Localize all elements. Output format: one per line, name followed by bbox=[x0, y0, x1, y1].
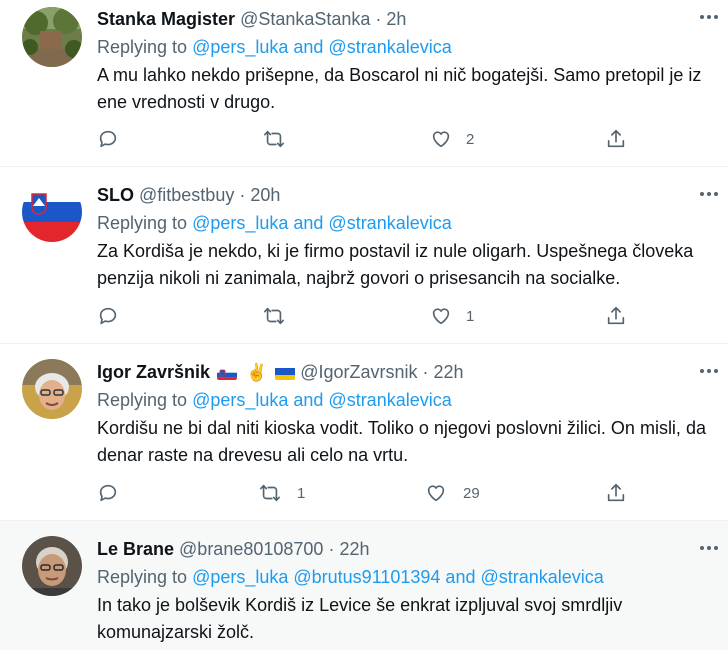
avatar-portrait-image bbox=[22, 536, 82, 596]
replying-prefix: Replying to bbox=[97, 37, 193, 57]
ukraine-flag-icon bbox=[275, 366, 296, 380]
author-name[interactable]: Stanka Magister bbox=[97, 9, 235, 30]
avatar[interactable] bbox=[22, 359, 82, 419]
share-icon bbox=[607, 129, 625, 148]
avatar[interactable] bbox=[22, 182, 82, 242]
share-icon bbox=[607, 483, 625, 502]
replying-prefix: Replying to bbox=[97, 390, 193, 410]
reply-button[interactable] bbox=[97, 126, 119, 152]
like-button[interactable]: 29 bbox=[425, 480, 480, 506]
replying-prefix: Replying to bbox=[97, 567, 193, 587]
author-handle[interactable]: @IgorZavrsnik bbox=[300, 362, 417, 383]
tweet-text: In tako je bolševik Kordiš iz Levice še … bbox=[97, 595, 623, 642]
like-icon bbox=[432, 308, 450, 325]
separator: · bbox=[239, 185, 246, 205]
reply-icon bbox=[99, 484, 117, 502]
mention-links[interactable]: @pers_luka and @strankalevica bbox=[192, 213, 452, 233]
separator: · bbox=[328, 539, 335, 559]
avatar-garden-image bbox=[22, 7, 82, 67]
replying-to: Replying to @pers_luka and @strankalevic… bbox=[97, 390, 452, 411]
replying-to: Replying to @pers_luka and @strankalevic… bbox=[97, 213, 452, 234]
author-name[interactable]: Le Brane bbox=[97, 539, 174, 560]
replying-to: Replying to @pers_luka @brutus91101394 a… bbox=[97, 567, 604, 588]
avatar[interactable] bbox=[22, 536, 82, 596]
author-name[interactable]: Igor Završnik bbox=[97, 362, 210, 383]
replying-to: Replying to @pers_luka and @strankalevic… bbox=[97, 37, 452, 58]
tweet[interactable]: Stanka Magister @StankaStanka · 2h Reply… bbox=[0, 0, 728, 167]
action-bar: 2 bbox=[97, 126, 637, 152]
tweet[interactable]: SLO @fitbestbuy · 20h Replying to @pers_… bbox=[0, 167, 728, 344]
retweet-button[interactable] bbox=[263, 126, 299, 152]
mention-links[interactable]: @pers_luka @brutus91101394 and @strankal… bbox=[192, 567, 604, 587]
author-handle[interactable]: @fitbestbuy bbox=[139, 185, 234, 206]
avatar-portrait-image bbox=[22, 359, 82, 419]
like-count: 2 bbox=[466, 130, 475, 148]
like-icon bbox=[432, 131, 450, 148]
timestamp[interactable]: 22h bbox=[434, 362, 464, 383]
retweet-button[interactable]: 1 bbox=[259, 480, 305, 506]
like-count: 1 bbox=[466, 307, 475, 325]
retweet-icon bbox=[264, 307, 284, 325]
avatar-slovenia-flag-image bbox=[22, 182, 82, 242]
share-button[interactable] bbox=[605, 126, 627, 152]
tweet[interactable]: Igor Završnik ✌ @IgorZavrsnik · 22h Repl… bbox=[0, 344, 728, 521]
author-handle[interactable]: @StankaStanka bbox=[240, 9, 370, 30]
more-icon[interactable] bbox=[698, 542, 720, 554]
slovenia-flag-icon bbox=[217, 366, 238, 380]
more-icon[interactable] bbox=[698, 188, 720, 200]
mention-links[interactable]: @pers_luka and @strankalevica bbox=[192, 390, 452, 410]
reply-button[interactable] bbox=[97, 303, 119, 329]
separator: · bbox=[422, 362, 429, 382]
separator: · bbox=[375, 9, 382, 29]
reply-icon bbox=[99, 307, 117, 325]
share-button[interactable] bbox=[605, 303, 627, 329]
retweet-icon bbox=[264, 130, 284, 148]
retweet-count: 1 bbox=[297, 484, 306, 502]
mention-links[interactable]: @pers_luka and @strankalevica bbox=[192, 37, 452, 57]
like-button[interactable]: 1 bbox=[430, 303, 474, 329]
timestamp[interactable]: 20h bbox=[250, 185, 280, 206]
replying-prefix: Replying to bbox=[97, 213, 193, 233]
share-button[interactable] bbox=[605, 480, 627, 506]
victory-hand-icon: ✌ bbox=[246, 362, 268, 382]
retweet-button[interactable] bbox=[263, 303, 299, 329]
tweet[interactable]: Le Brane @brane80108700 · 22h Replying t… bbox=[0, 521, 728, 650]
like-button[interactable]: 2 bbox=[430, 126, 474, 152]
like-icon bbox=[427, 485, 445, 502]
share-icon bbox=[607, 306, 625, 325]
more-icon[interactable] bbox=[698, 365, 720, 377]
author-handle[interactable]: @brane80108700 bbox=[179, 539, 323, 560]
tweet-text: Za Kordiša je nekdo, ki je firmo postavi… bbox=[97, 241, 694, 288]
like-count: 29 bbox=[463, 484, 480, 502]
more-icon[interactable] bbox=[698, 11, 720, 23]
reply-button[interactable] bbox=[97, 480, 119, 506]
reply-icon bbox=[99, 130, 117, 148]
action-bar: 1 29 bbox=[97, 480, 637, 506]
action-bar: 1 bbox=[97, 303, 637, 329]
retweet-icon bbox=[260, 484, 280, 502]
tweet-text: A mu lahko nekdo prišepne, da Boscarol n… bbox=[97, 65, 702, 112]
avatar[interactable] bbox=[22, 7, 82, 67]
author-name[interactable]: SLO bbox=[97, 185, 134, 206]
timestamp[interactable]: 22h bbox=[339, 539, 369, 560]
timestamp[interactable]: 2h bbox=[386, 9, 406, 30]
tweet-text: Kordišu ne bi dal niti kioska vodit. Tol… bbox=[97, 418, 706, 465]
